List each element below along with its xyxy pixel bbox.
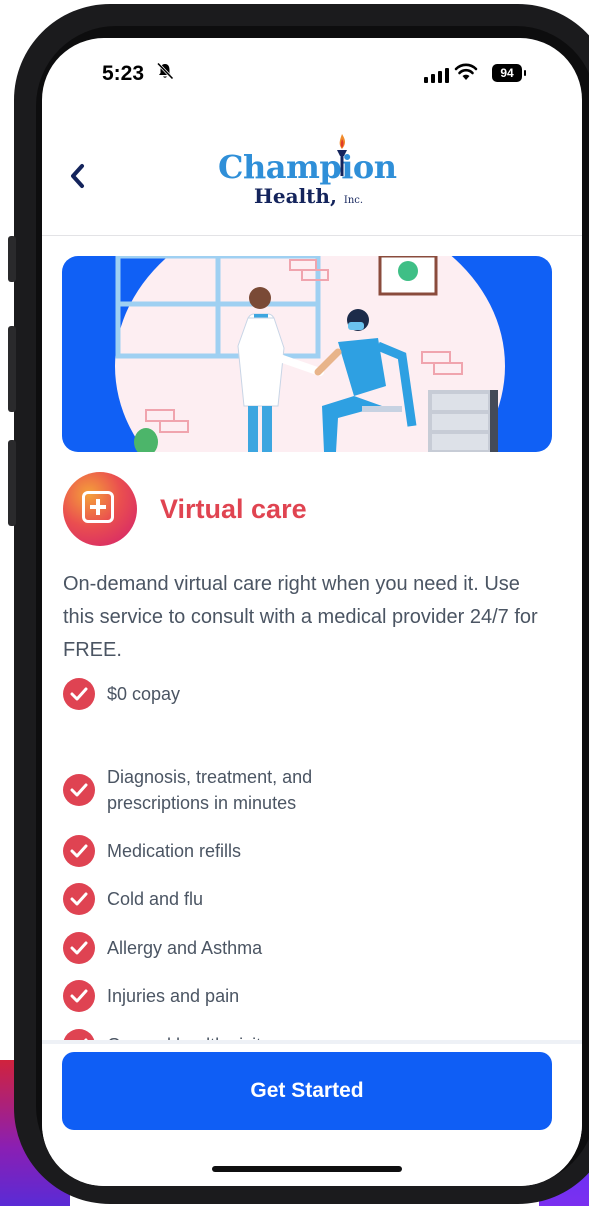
wifi-icon bbox=[454, 63, 478, 80]
get-started-button[interactable]: Get Started bbox=[62, 1052, 552, 1130]
benefit-label: $0 copay bbox=[107, 684, 181, 704]
logo-inc-text: Inc. bbox=[343, 195, 364, 206]
check-icon bbox=[63, 835, 95, 867]
logo-wordmark-top: Champion bbox=[218, 148, 397, 186]
doctor-vaccination-illustration bbox=[115, 256, 505, 452]
status-bar: 5:23 94 bbox=[42, 38, 582, 118]
home-indicator[interactable] bbox=[212, 1166, 402, 1172]
check-icon bbox=[63, 980, 95, 1012]
service-description: On-demand virtual care right when you ne… bbox=[63, 573, 538, 661]
benefit-label: Injuries and pain bbox=[107, 986, 240, 1006]
torch-icon bbox=[337, 134, 347, 176]
check-icon bbox=[63, 678, 95, 710]
service-title: Virtual care bbox=[160, 494, 307, 524]
battery-icon: 94 bbox=[492, 64, 526, 82]
champion-health-logo: Champion Health, Inc. bbox=[218, 134, 398, 224]
benefit-label: Cold and flu bbox=[107, 889, 204, 909]
check-icon bbox=[63, 774, 95, 806]
app-header: Champion Health, Inc. bbox=[42, 118, 582, 236]
footer-bar: Get Started bbox=[42, 1040, 582, 1186]
volume-down-button bbox=[8, 440, 16, 526]
status-time: 5:23 bbox=[102, 62, 145, 85]
benefit-label: Diagnosis, treatment, and prescriptions … bbox=[107, 767, 313, 813]
back-chevron-icon[interactable] bbox=[64, 160, 92, 192]
medical-plus-icon bbox=[82, 491, 114, 523]
volume-up-button bbox=[8, 326, 16, 412]
app-screen: 5:23 94 Champion Health, Inc. Virtual ca… bbox=[42, 38, 582, 1186]
hero-illustration bbox=[62, 256, 552, 452]
benefit-label: Allergy and Asthma bbox=[107, 938, 263, 958]
logo-wordmark-bottom: Health, Inc. bbox=[254, 184, 363, 208]
virtual-care-icon bbox=[63, 472, 137, 546]
check-icon bbox=[63, 932, 95, 964]
cellular-signal-icon bbox=[424, 68, 449, 83]
mute-switch bbox=[8, 236, 16, 282]
check-icon bbox=[63, 883, 95, 915]
benefit-label: Medication refills bbox=[107, 841, 242, 861]
logo-health-text: Health, bbox=[254, 184, 337, 208]
bell-muted-icon bbox=[156, 62, 174, 85]
